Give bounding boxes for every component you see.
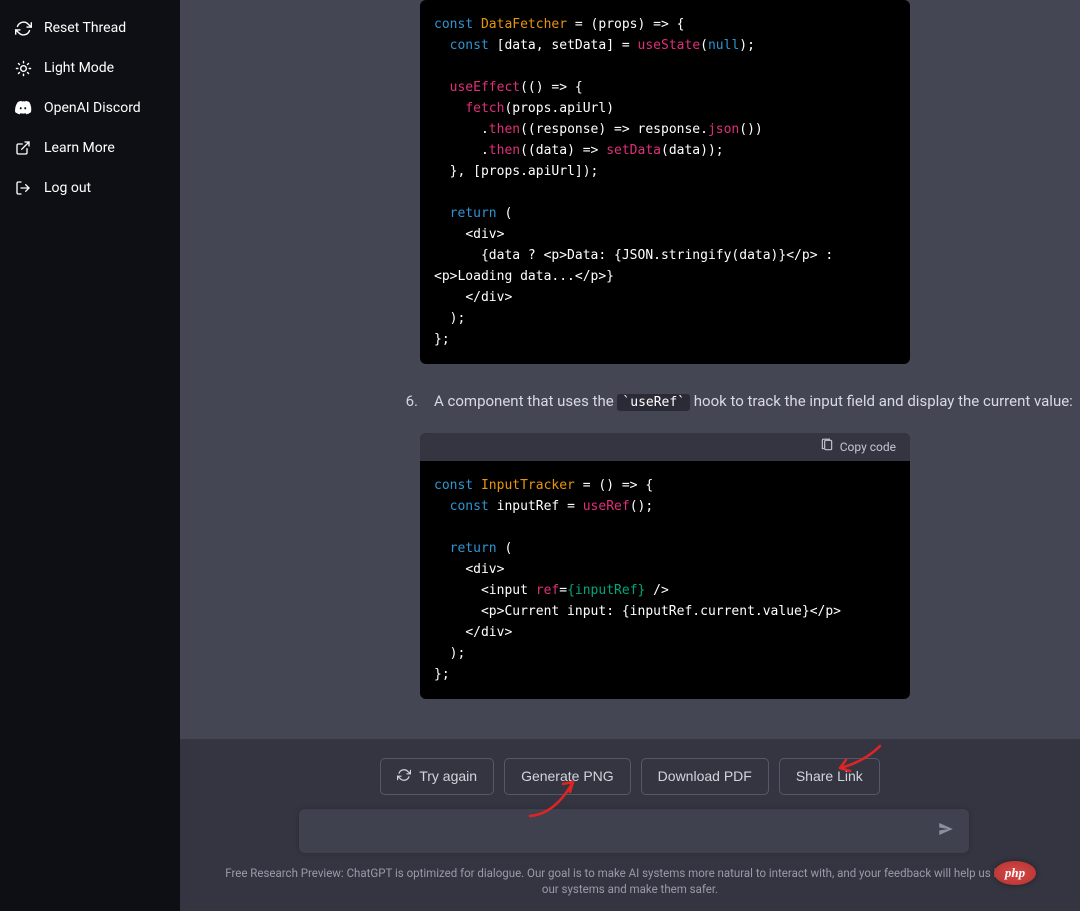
sidebar-item-discord[interactable]: OpenAI Discord bbox=[8, 88, 172, 128]
sidebar-item-learn-more[interactable]: Learn More bbox=[8, 128, 172, 168]
copy-code-button[interactable]: Copy code bbox=[420, 433, 910, 461]
logout-icon bbox=[14, 179, 32, 197]
disclaimer-text: Free Research Preview: ChatGPT is optimi… bbox=[220, 865, 1040, 897]
share-link-label: Share Link bbox=[796, 768, 863, 784]
footer: Try again Generate PNG Download PDF Shar… bbox=[180, 739, 1080, 911]
action-row: Try again Generate PNG Download PDF Shar… bbox=[180, 758, 1080, 795]
external-link-icon bbox=[14, 139, 32, 157]
copy-code-label: Copy code bbox=[840, 440, 896, 454]
sidebar-item-reset-thread[interactable]: Reset Thread bbox=[8, 8, 172, 48]
sidebar: Reset Thread Light Mode OpenAI Discord L… bbox=[0, 0, 180, 911]
sidebar-item-label: Learn More bbox=[44, 140, 115, 156]
code-body: const DataFetcher = (props) => { const [… bbox=[420, 0, 910, 364]
clipboard-icon bbox=[820, 438, 834, 455]
refresh-icon bbox=[397, 768, 411, 785]
refresh-icon bbox=[14, 19, 32, 37]
code-body: const InputTracker = () => { const input… bbox=[420, 461, 910, 699]
try-again-button[interactable]: Try again bbox=[380, 758, 494, 795]
generate-png-button[interactable]: Generate PNG bbox=[504, 758, 631, 795]
code-block-inputtracker: Copy code const InputTracker = () => { c… bbox=[420, 433, 910, 699]
sidebar-item-label: OpenAI Discord bbox=[44, 100, 141, 116]
sidebar-item-logout[interactable]: Log out bbox=[8, 168, 172, 208]
sidebar-item-label: Light Mode bbox=[44, 60, 114, 76]
conversation-area: const DataFetcher = (props) => { const [… bbox=[180, 0, 1080, 739]
sidebar-item-label: Log out bbox=[44, 180, 91, 196]
download-pdf-label: Download PDF bbox=[658, 768, 752, 784]
list-text: A component that uses the `useRef` hook … bbox=[434, 388, 1080, 415]
send-button[interactable] bbox=[931, 809, 961, 853]
download-pdf-button[interactable]: Download PDF bbox=[641, 758, 769, 795]
sun-icon bbox=[14, 59, 32, 77]
share-link-button[interactable]: Share Link bbox=[779, 758, 880, 795]
code-block-datafetcher: const DataFetcher = (props) => { const [… bbox=[420, 0, 910, 364]
assistant-message: const DataFetcher = (props) => { const [… bbox=[400, 0, 1080, 699]
discord-icon bbox=[14, 99, 32, 117]
sidebar-item-light-mode[interactable]: Light Mode bbox=[8, 48, 172, 88]
try-again-label: Try again bbox=[419, 768, 477, 784]
sidebar-item-label: Reset Thread bbox=[44, 20, 126, 36]
main-panel: const DataFetcher = (props) => { const [… bbox=[180, 0, 1080, 911]
chat-input[interactable] bbox=[299, 809, 969, 853]
list-number: 6. bbox=[400, 388, 418, 415]
php-watermark-badge: php bbox=[994, 861, 1036, 885]
input-row bbox=[180, 809, 1080, 853]
generate-png-label: Generate PNG bbox=[521, 768, 614, 784]
inline-code-useref: `useRef` bbox=[617, 394, 690, 411]
send-icon bbox=[937, 820, 955, 842]
answer-list-item-6: 6. A component that uses the `useRef` ho… bbox=[400, 388, 1080, 415]
